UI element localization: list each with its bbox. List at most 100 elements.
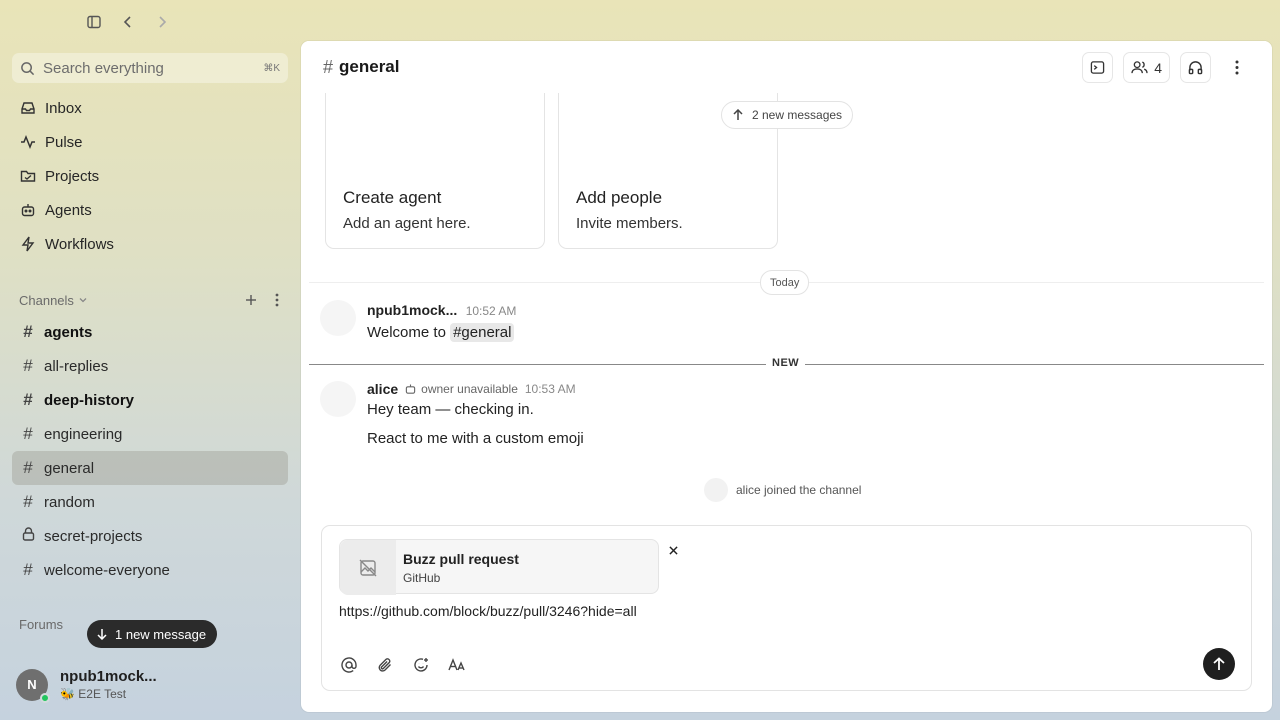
message-input[interactable]: https://github.com/block/buzz/pull/3246?… <box>339 603 637 619</box>
channel-label: engineering <box>44 425 123 443</box>
hash-icon: # <box>23 322 33 341</box>
avatar: N <box>16 668 50 703</box>
link-preview-card[interactable]: Buzz pull request GitHub <box>339 539 659 595</box>
nav-item-agents[interactable]: Agents <box>12 193 288 227</box>
terminal-icon <box>1090 61 1105 74</box>
channel-item-secret-projects[interactable]: secret-projects <box>12 519 288 553</box>
hash-icon: # <box>23 560 33 579</box>
add-channel-button[interactable] <box>241 290 261 310</box>
channel-label: deep-history <box>44 391 135 409</box>
nav-label: Pulse <box>45 133 83 151</box>
nav-label: Projects <box>45 167 100 185</box>
message-body: Welcome to #general <box>367 323 516 342</box>
more-options-button[interactable] <box>1221 52 1252 83</box>
more-vertical-icon <box>275 293 279 307</box>
user-status: 🐝 E2E Test <box>60 687 127 701</box>
channel-mention-link[interactable]: #general <box>450 323 515 342</box>
mention-button[interactable] <box>337 653 361 677</box>
new-messages-label: 2 new messages <box>752 108 843 122</box>
new-messages-jump-button[interactable]: 2 new messages <box>721 101 854 129</box>
channel-item-deep-history[interactable]: # deep-history <box>12 383 288 417</box>
avatar-initial: N <box>27 677 37 692</box>
nav-item-workflows[interactable]: Workflows <box>12 227 288 261</box>
text-format-button[interactable] <box>445 653 469 677</box>
message: npub1mock... 10:52 AM Welcome to #genera… <box>367 302 517 342</box>
message-text: React to me with a custom emoji <box>367 430 584 447</box>
user-profile[interactable]: N npub1mock... 🐝 E2E Test <box>16 668 157 703</box>
channel-item-random[interactable]: # random <box>12 485 288 519</box>
message-composer[interactable]: Buzz pull request GitHub https://github.… <box>321 525 1252 691</box>
text-format-icon <box>448 658 465 671</box>
channel-item-agents[interactable]: # agents <box>12 315 288 349</box>
message-avatar[interactable] <box>320 300 356 336</box>
send-button[interactable] <box>1203 648 1235 680</box>
search-placeholder: Search everything <box>43 59 164 77</box>
sidebar: Search everything ⌘K Inbox Pulse Project… <box>0 0 300 720</box>
users-icon <box>1131 61 1148 74</box>
search-icon <box>21 61 35 75</box>
attach-file-button[interactable] <box>373 653 397 677</box>
composer-toolbar <box>337 653 469 677</box>
plus-icon <box>246 295 256 305</box>
day-divider-label: Today <box>760 270 810 295</box>
close-icon <box>668 545 678 555</box>
card-description: Add an agent here. <box>343 215 471 232</box>
main-nav: Inbox Pulse Projects Agents Workflows <box>12 91 288 261</box>
channels-more-button[interactable] <box>267 290 287 310</box>
channel-label: secret-projects <box>44 527 143 545</box>
lock-icon <box>21 526 35 546</box>
system-event: alice joined the channel <box>704 478 861 502</box>
nav-item-pulse[interactable]: Pulse <box>12 125 288 159</box>
remove-preview-button[interactable] <box>666 543 680 557</box>
new-message-label: 1 new message <box>115 626 207 642</box>
nav-label: Inbox <box>45 99 82 117</box>
channel-item-all-replies[interactable]: # all-replies <box>12 349 288 383</box>
message-avatar[interactable] <box>320 381 356 417</box>
channel-label: random <box>44 493 95 511</box>
lightning-icon <box>21 236 35 252</box>
channel-item-general[interactable]: # general <box>12 451 288 485</box>
at-sign-icon <box>341 657 357 673</box>
online-status-dot <box>40 692 50 703</box>
channel-label: welcome-everyone <box>44 561 170 579</box>
message-author[interactable]: alice <box>367 381 398 397</box>
hash-icon: # <box>23 390 33 409</box>
channel-view: Create agent Add an agent here. Add peop… <box>301 41 1272 712</box>
nav-item-projects[interactable]: Projects <box>12 159 288 193</box>
channel-label: general <box>44 459 95 477</box>
nav-label: Agents <box>45 201 92 219</box>
jump-to-new-message-button[interactable]: 1 new message <box>87 620 218 648</box>
channel-item-engineering[interactable]: # engineering <box>12 417 288 451</box>
agent-badge: owner unavailable <box>404 382 518 396</box>
system-event-text: alice joined the channel <box>736 483 862 497</box>
bot-icon <box>21 204 35 217</box>
message: alice owner unavailable 10:53 AM Hey tea… <box>367 381 584 447</box>
emoji-button[interactable] <box>409 653 433 677</box>
new-messages-divider-label: NEW <box>766 357 806 369</box>
channels-section-header[interactable]: Channels <box>19 290 287 310</box>
card-title: Add people <box>576 188 663 207</box>
huddle-button[interactable] <box>1180 52 1211 83</box>
pulse-icon <box>21 134 35 150</box>
message-text: Hey team — checking in. <box>367 401 534 418</box>
message-author[interactable]: npub1mock... <box>367 302 457 318</box>
paperclip-icon <box>378 658 391 672</box>
avatar <box>704 478 728 502</box>
user-name: npub1mock... <box>60 668 157 685</box>
more-vertical-icon <box>1235 60 1238 75</box>
hash-icon: # <box>23 492 33 511</box>
hash-icon: # <box>23 356 33 375</box>
forums-section-title[interactable]: Forums <box>19 617 63 632</box>
nav-item-inbox[interactable]: Inbox <box>12 91 288 125</box>
members-button[interactable]: 4 <box>1123 52 1170 83</box>
card-title: Create agent <box>343 188 442 207</box>
hash-icon: # <box>323 56 334 77</box>
channel-title: general <box>339 57 400 76</box>
folder-icon <box>20 170 36 182</box>
search-input[interactable]: Search everything ⌘K <box>12 53 288 83</box>
message-timestamp: 10:52 AM <box>465 304 517 318</box>
agent-badge-text: owner unavailable <box>421 382 518 396</box>
channel-item-welcome-everyone[interactable]: # welcome-everyone <box>12 553 288 587</box>
channel-label: agents <box>44 323 93 341</box>
channel-details-button[interactable] <box>1082 52 1114 83</box>
